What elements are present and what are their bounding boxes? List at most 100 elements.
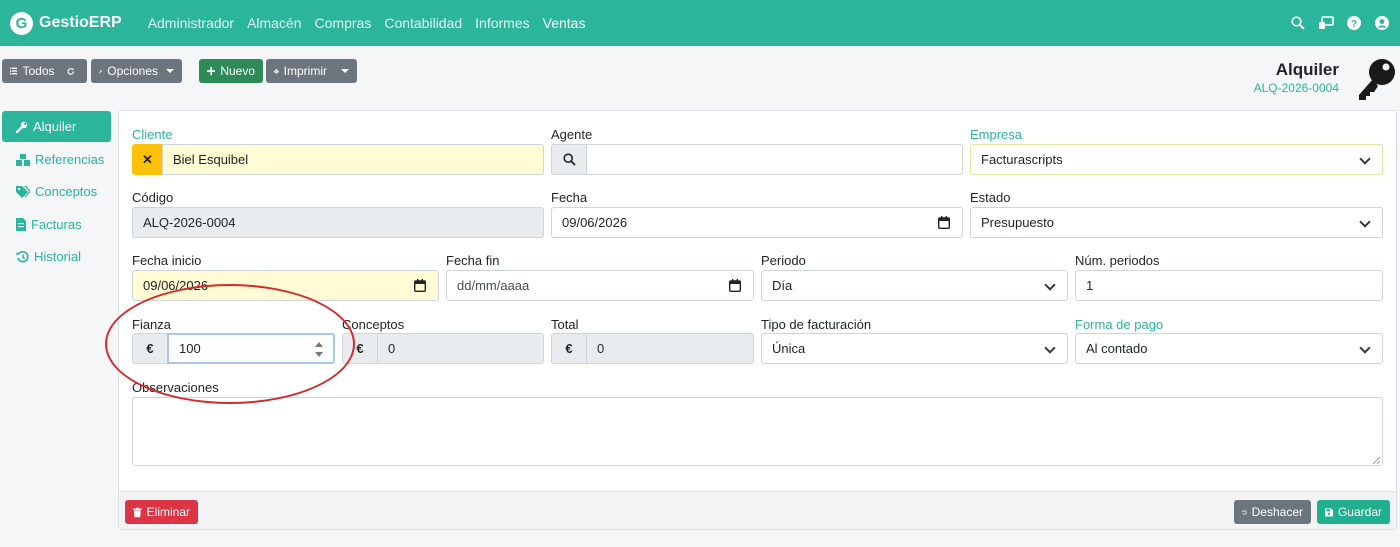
sidebar-item-referencias[interactable]: Referencias: [2, 144, 111, 175]
search-icon[interactable]: [1290, 15, 1306, 31]
tags-icon: [16, 185, 30, 198]
guardar-label: Guardar: [1337, 505, 1382, 519]
chevron-down-icon: [166, 69, 174, 73]
top-navbar: G GestioERP Administrador Almacén Compra…: [0, 0, 1400, 46]
periodo-label: Periodo: [761, 253, 806, 268]
observaciones-textarea[interactable]: [132, 397, 1383, 466]
imprimir-label: Imprimir: [283, 64, 327, 78]
sidebar-item-label: Referencias: [35, 152, 105, 167]
tipo-facturacion-select[interactable]: Única: [761, 333, 1068, 364]
agente-search-button[interactable]: [551, 144, 587, 175]
desktop-icon[interactable]: [1318, 15, 1334, 31]
resize-handle-icon[interactable]: [1371, 455, 1381, 465]
total-value: 0: [597, 341, 605, 356]
sidebar-item-historial[interactable]: Historial: [2, 241, 111, 272]
total-field[interactable]: 0: [586, 333, 754, 364]
menu-contabilidad[interactable]: Contabilidad: [384, 15, 462, 31]
sidebar-item-conceptos[interactable]: Conceptos: [2, 176, 111, 207]
calendar-icon[interactable]: [414, 279, 426, 292]
print-icon: [274, 68, 279, 74]
search-icon: [562, 153, 576, 166]
fecha-fin-label: Fecha fin: [446, 253, 500, 268]
page-title: Alquiler: [1275, 60, 1339, 79]
fecha-fin-field[interactable]: dd/mm/aaaa: [446, 270, 754, 301]
svg-text:?: ?: [1351, 19, 1357, 30]
deshacer-label: Deshacer: [1251, 505, 1303, 519]
codigo-label: Código: [132, 190, 174, 205]
todos-label: Todos: [22, 64, 55, 78]
sidebar-item-label: Facturas: [31, 217, 82, 232]
todos-button[interactable]: Todos: [2, 59, 87, 83]
fecha-value: 09/06/2026: [562, 215, 628, 230]
calendar-icon[interactable]: [938, 216, 950, 229]
help-icon[interactable]: ?: [1346, 15, 1362, 31]
forma-pago-label[interactable]: Forma de pago: [1075, 317, 1163, 332]
refresh-icon[interactable]: [67, 66, 74, 77]
nuevo-button[interactable]: Nuevo: [199, 59, 263, 83]
list-icon: [10, 67, 18, 75]
sidebar-item-facturas[interactable]: Facturas: [2, 209, 111, 240]
wrench-icon: [99, 69, 103, 73]
agente-field[interactable]: [586, 144, 963, 175]
eliminar-label: Eliminar: [146, 505, 190, 519]
estado-select[interactable]: Presupuesto: [970, 207, 1383, 238]
undo-icon: [1242, 509, 1247, 515]
fecha-inicio-label: Fecha inicio: [132, 253, 202, 268]
brand-logo: G: [10, 11, 33, 35]
cubes-icon: [16, 153, 30, 166]
fecha-label: Fecha: [551, 190, 588, 205]
document-header: Alquiler ALQ-2026-0004: [1254, 60, 1339, 95]
menu-informes[interactable]: Informes: [475, 15, 529, 31]
opciones-label: Opciones: [107, 64, 158, 78]
brand[interactable]: G GestioERP: [10, 11, 122, 35]
cliente-label[interactable]: Cliente: [132, 127, 172, 142]
codigo-value: ALQ-2026-0004: [143, 215, 236, 230]
estado-label: Estado: [970, 190, 1011, 205]
brand-name: GestioERP: [39, 14, 122, 31]
close-icon: ✕: [142, 151, 153, 167]
document-code: ALQ-2026-0004: [1253, 81, 1339, 95]
menu-almacen[interactable]: Almacén: [247, 15, 301, 31]
nuevo-label: Nuevo: [220, 64, 255, 78]
calendar-icon[interactable]: [729, 279, 741, 292]
guardar-button[interactable]: Guardar: [1317, 500, 1390, 524]
eliminar-button[interactable]: Eliminar: [125, 500, 198, 524]
agente-label: Agente: [551, 127, 593, 142]
opciones-button[interactable]: Opciones: [91, 59, 182, 83]
imprimir-button[interactable]: Imprimir: [266, 59, 357, 83]
tipo-facturacion-label: Tipo de facturación: [761, 317, 872, 332]
estado-value: Presupuesto: [981, 215, 1054, 230]
file-invoice-icon: [16, 218, 26, 231]
wrench-icon: [16, 121, 28, 133]
key-icon: [1355, 57, 1397, 104]
sidebar-item-label: Conceptos: [35, 184, 98, 199]
fecha-field[interactable]: 09/06/2026: [551, 207, 963, 238]
forma-pago-select[interactable]: Al contado: [1075, 333, 1383, 364]
save-icon: [1325, 508, 1333, 516]
plus-icon: [207, 66, 216, 76]
sidebar-item-alquiler[interactable]: Alquiler: [2, 111, 111, 142]
user-icon[interactable]: [1374, 15, 1390, 31]
empresa-select[interactable]: Facturascripts: [970, 144, 1383, 175]
clear-cliente-button[interactable]: ✕: [132, 144, 163, 175]
cliente-field[interactable]: Biel Esquibel: [162, 144, 544, 175]
menu-ventas[interactable]: Ventas: [543, 15, 586, 31]
conceptos-field[interactable]: 0: [377, 333, 544, 364]
deshacer-button[interactable]: Deshacer: [1234, 500, 1311, 524]
cliente-value: Biel Esquibel: [173, 152, 249, 167]
num-periodos-value: 1: [1086, 278, 1094, 293]
codigo-field[interactable]: ALQ-2026-0004: [132, 207, 544, 238]
total-currency: €: [551, 333, 587, 364]
periodo-select[interactable]: Día: [761, 270, 1068, 301]
num-periodos-label: Núm. periodos: [1075, 253, 1160, 268]
menu-administrador[interactable]: Administrador: [148, 15, 234, 31]
menu-compras[interactable]: Compras: [315, 15, 372, 31]
sidebar-item-label: Historial: [34, 249, 81, 264]
main-menu: Administrador Almacén Compras Contabilid…: [148, 15, 599, 31]
chevron-down-icon[interactable]: [341, 69, 349, 73]
conceptos-value: 0: [388, 341, 396, 356]
num-periodos-field[interactable]: 1: [1075, 270, 1383, 301]
total-label: Total: [551, 317, 579, 332]
form-footer: [119, 491, 1396, 529]
periodo-value: Día: [772, 278, 793, 293]
